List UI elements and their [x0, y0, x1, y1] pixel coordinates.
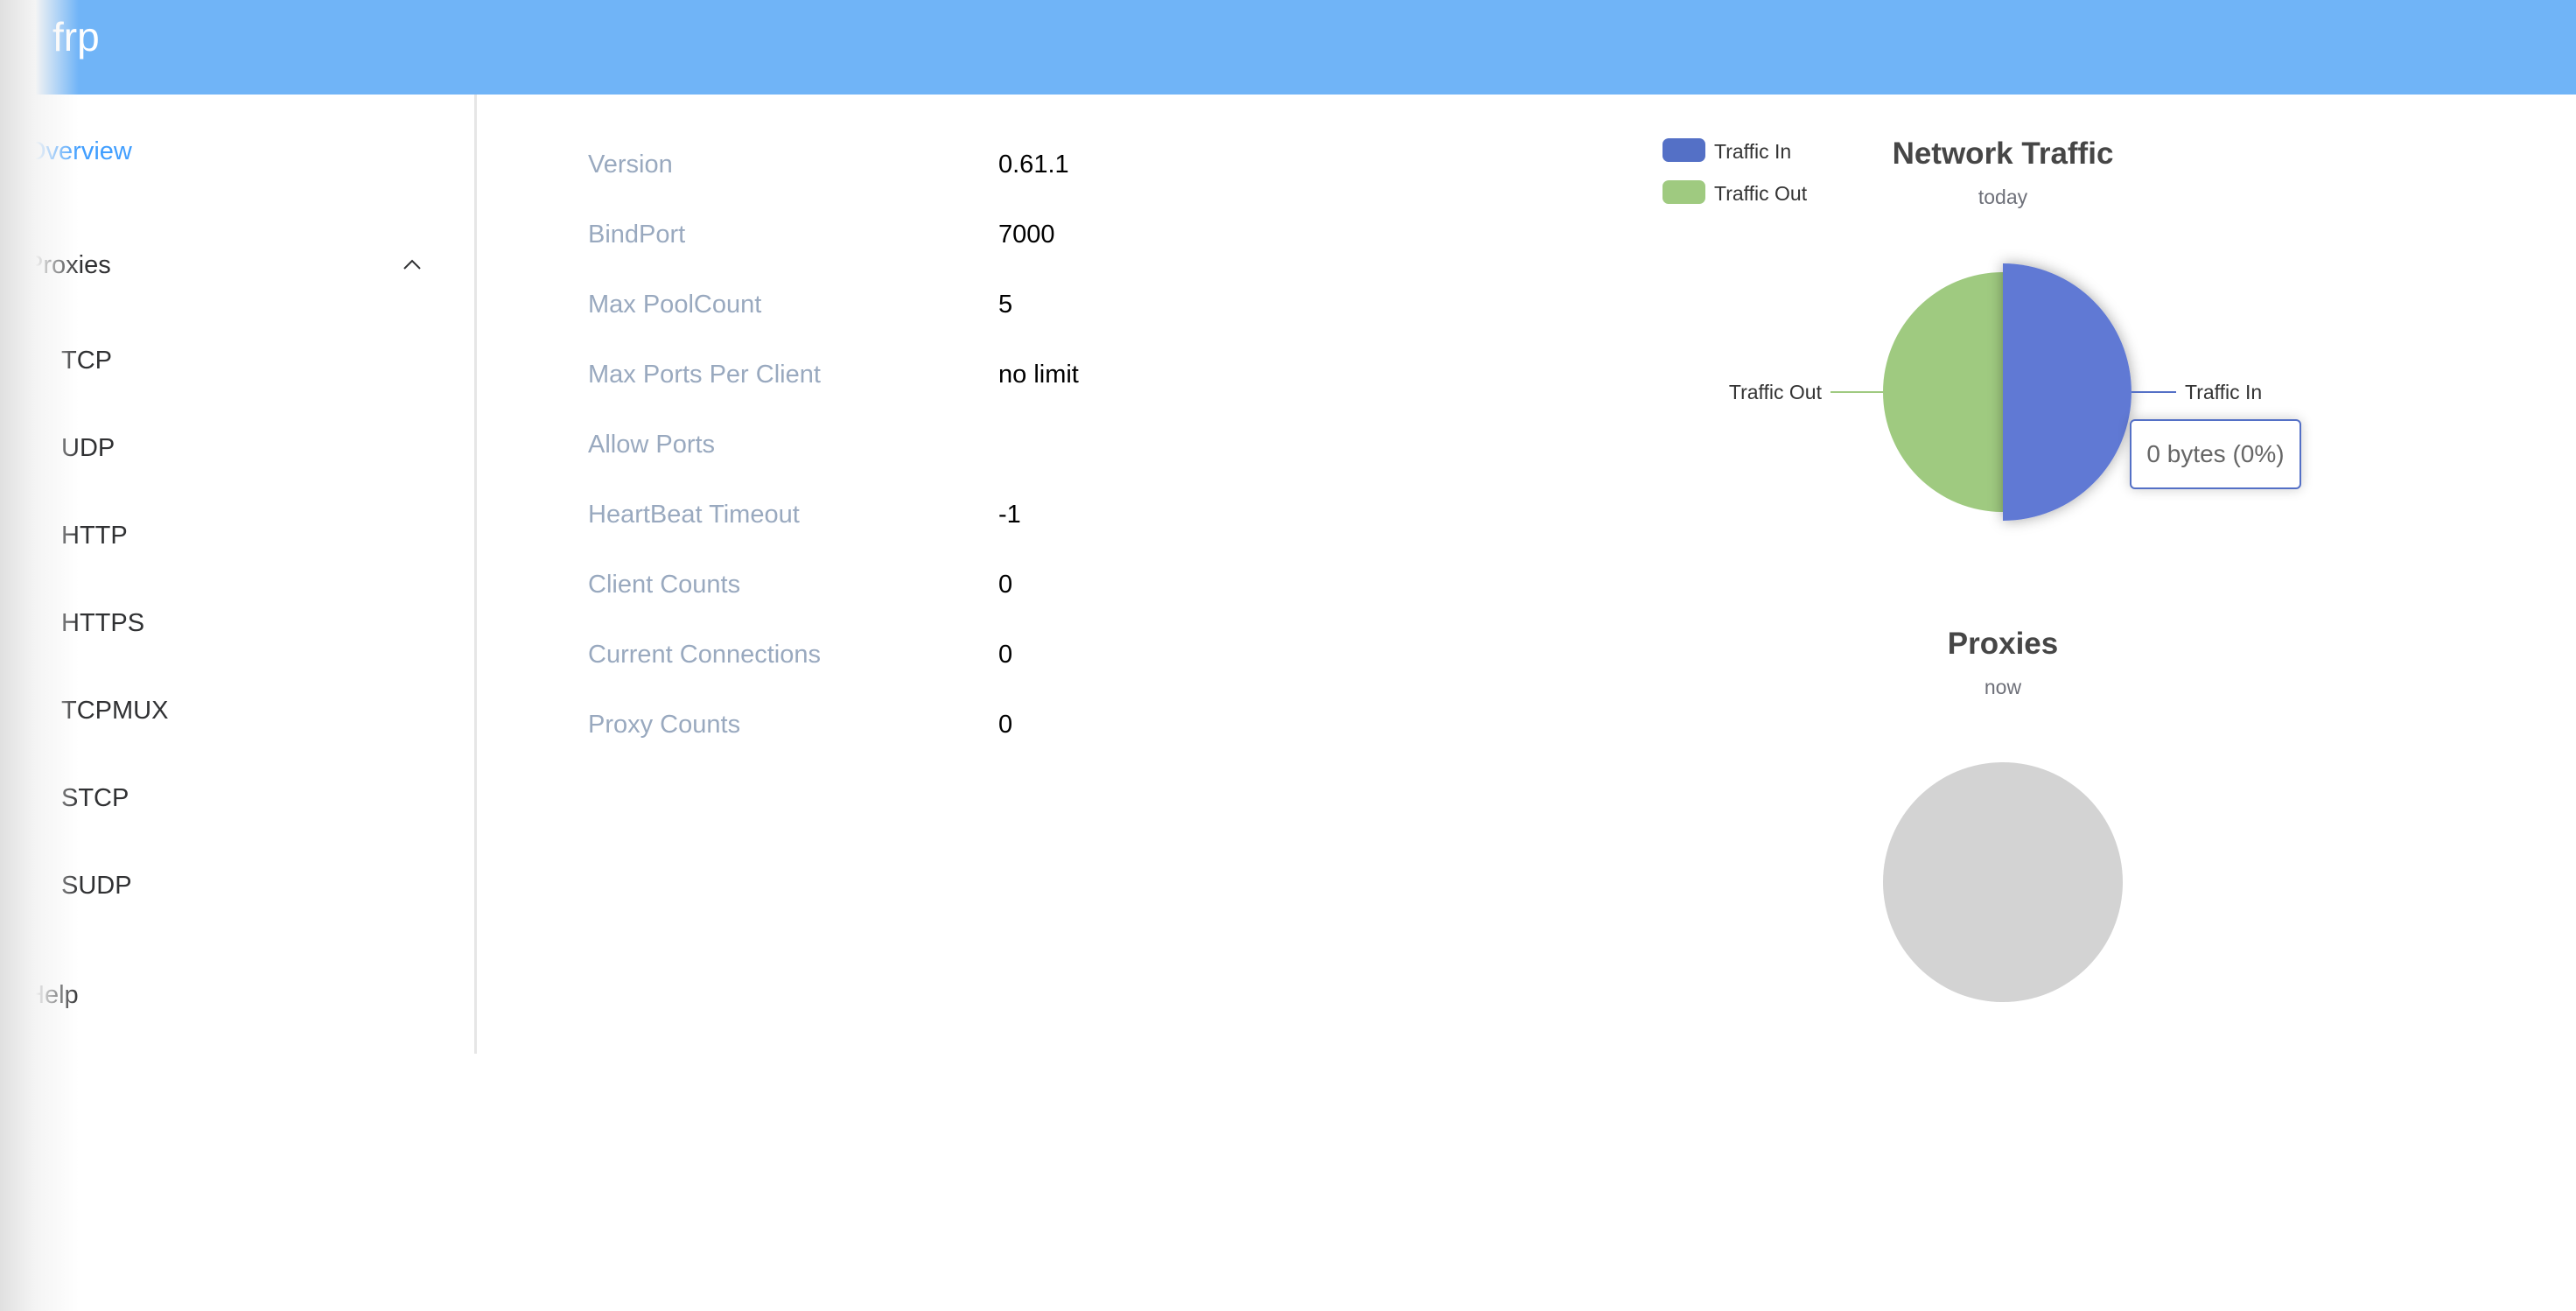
legend-icon-traffic-out[interactable]: [1662, 180, 1705, 204]
chart-title-proxies: Proxies: [1948, 627, 2058, 661]
proxies-pie-empty[interactable]: [1883, 762, 2123, 1002]
pie-label-traffic-out: Traffic Out: [1729, 381, 1823, 403]
chart-subtitle-today: today: [1978, 186, 2028, 208]
legend-icon-traffic-in[interactable]: [1662, 138, 1705, 162]
legend-label-traffic-in[interactable]: Traffic In: [1714, 140, 1791, 163]
pie-slice-traffic-out[interactable]: [1883, 272, 2003, 512]
chart-tooltip: 0 bytes (0%): [2130, 419, 2301, 489]
charts-canvas: Traffic In Traffic Out Network Traffic t…: [1662, 137, 2262, 1002]
legend-label-traffic-out[interactable]: Traffic Out: [1714, 182, 1808, 205]
proxies-chart: Proxies now: [1883, 627, 2123, 1002]
pie-slice-traffic-in[interactable]: [2003, 263, 2132, 521]
chart-subtitle-now: now: [1984, 676, 2022, 698]
chart-title-network-traffic: Network Traffic: [1893, 137, 2114, 171]
pie-label-traffic-in: Traffic In: [2185, 381, 2262, 403]
